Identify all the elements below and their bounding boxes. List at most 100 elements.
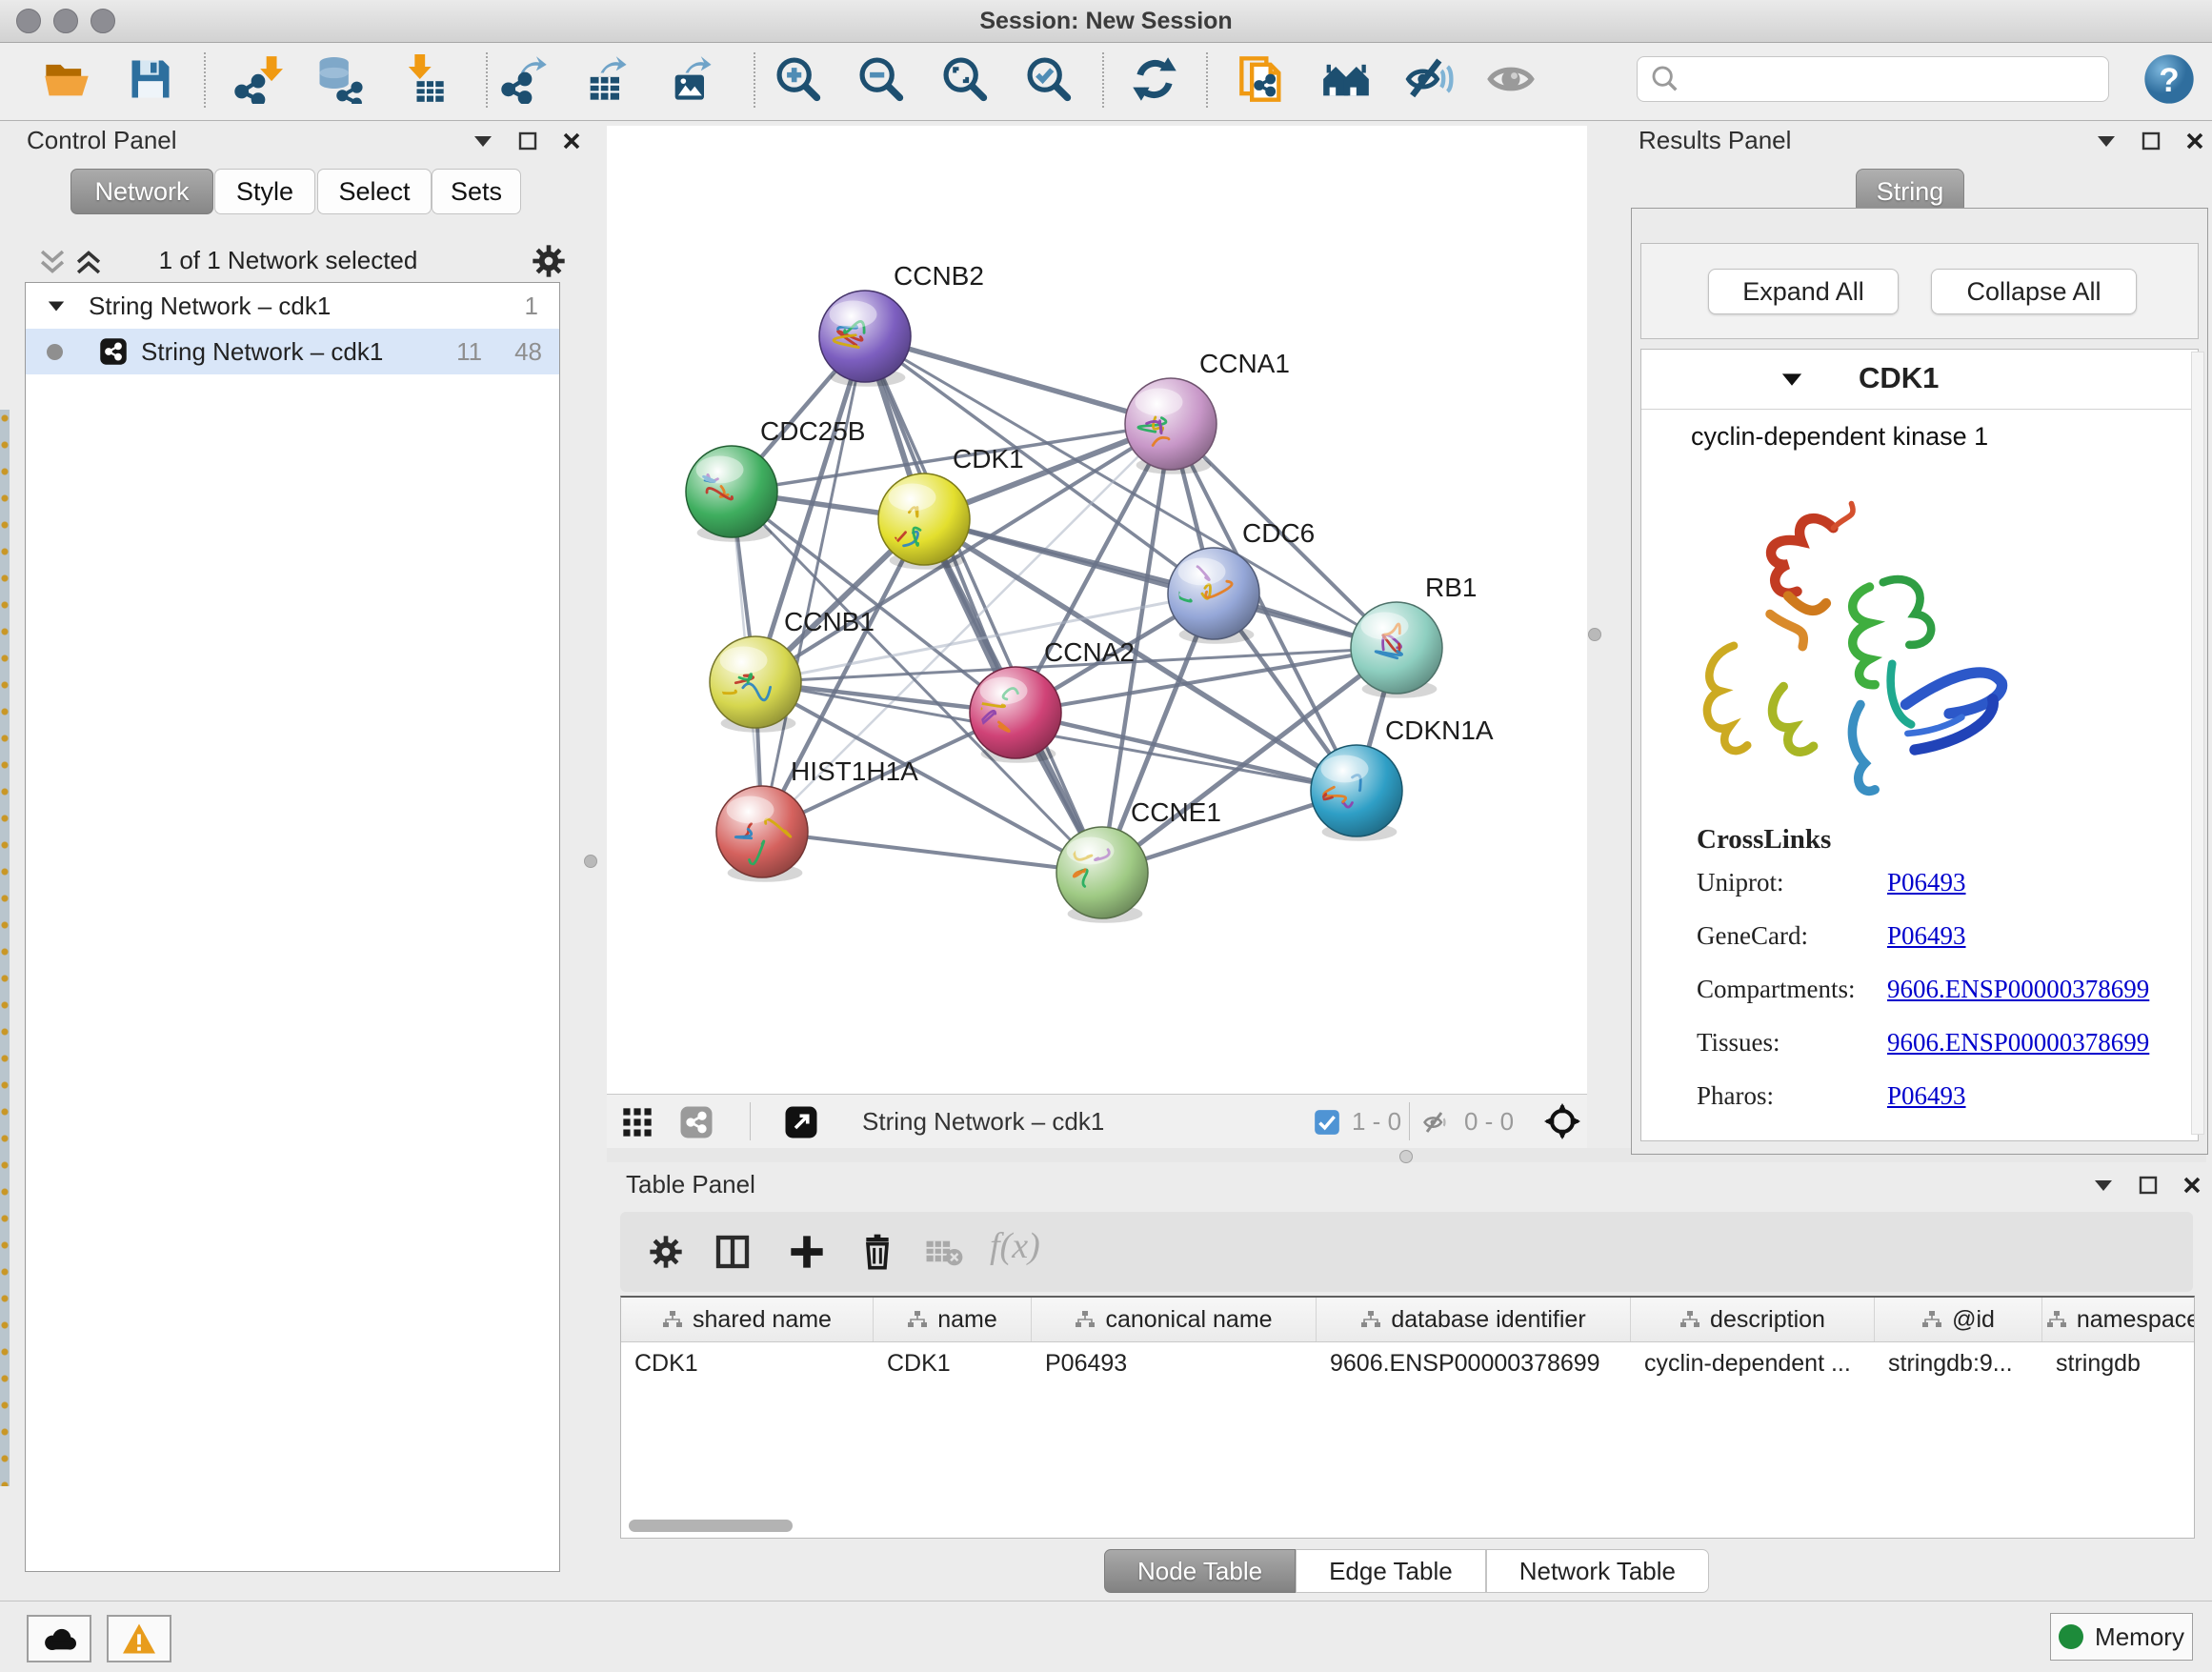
import-network-database-button[interactable] (308, 49, 369, 110)
export-image-button[interactable] (661, 49, 722, 110)
zoom-fit-button[interactable] (935, 49, 995, 110)
tab-style[interactable]: Style (214, 169, 315, 214)
table-settings-gear-icon[interactable] (647, 1233, 685, 1271)
eye-slash-icon (1404, 54, 1454, 104)
zoom-selected-button[interactable] (1018, 49, 1079, 110)
search-input[interactable] (1681, 59, 2108, 99)
column-header-database-identifier[interactable]: database identifier (1317, 1298, 1631, 1341)
crosslink-label: GeneCard: (1697, 921, 1887, 951)
node-label-CCNB1: CCNB1 (784, 607, 875, 636)
birds-eye-view-icon[interactable] (1544, 1103, 1580, 1139)
grid-view-icon[interactable] (622, 1107, 653, 1138)
expand-all-button[interactable]: Expand All (1708, 269, 1899, 314)
network-collection-label: String Network – cdk1 (89, 292, 331, 321)
collapse-section-icon[interactable] (1780, 371, 1804, 388)
warnings-button[interactable] (107, 1615, 171, 1662)
save-session-button[interactable] (120, 49, 181, 110)
panel-menu-icon[interactable] (2096, 133, 2117, 149)
close-panel-icon[interactable] (562, 131, 581, 151)
network-canvas[interactable]: CCNB2CCNA1CDC25BCDK1CDC6RB1CCNB1CCNA2CDK… (607, 126, 1587, 1094)
string-view-icon[interactable] (679, 1105, 714, 1139)
crosslink-link[interactable]: P06493 (1887, 921, 1966, 951)
first-neighbors-button[interactable] (1316, 49, 1377, 110)
panel-menu-icon[interactable] (473, 133, 493, 149)
cell-canonical-name[interactable]: P06493 (1032, 1342, 1317, 1384)
hidden-counts: 0 - 0 (1464, 1095, 1514, 1148)
open-session-icon (42, 54, 91, 104)
zoom-in-button[interactable] (768, 49, 829, 110)
results-panel: Results Panel String Expand All Collapse… (1619, 122, 2206, 1160)
refresh-button[interactable] (1124, 49, 1185, 110)
close-panel-icon[interactable] (2185, 131, 2204, 151)
protein-header[interactable]: CDK1 (1641, 350, 2198, 410)
cell-namespace[interactable]: stringdb (2042, 1342, 2195, 1384)
crosslink-link[interactable]: 9606.ENSP00000378699 (1887, 975, 2149, 1004)
crosslink-link[interactable]: P06493 (1887, 868, 1966, 897)
tab-sets[interactable]: Sets (432, 169, 521, 214)
hide-selected-button[interactable] (1398, 49, 1459, 110)
add-column-icon[interactable] (788, 1233, 826, 1271)
column-header-description[interactable]: description (1631, 1298, 1875, 1341)
cell-@id[interactable]: stringdb:9... (1875, 1342, 2042, 1384)
cell-shared-name[interactable]: CDK1 (621, 1342, 874, 1384)
panel-menu-icon[interactable] (2093, 1178, 2114, 1193)
float-panel-icon[interactable] (2139, 1176, 2158, 1195)
column-header-name[interactable]: name (874, 1298, 1032, 1341)
network-graph[interactable]: CCNB2CCNA1CDC25BCDK1CDC6RB1CCNB1CCNA2CDK… (607, 126, 1587, 1094)
warning-icon (121, 1622, 157, 1655)
float-panel-icon[interactable] (2142, 131, 2161, 151)
left-splitter-handle[interactable] (584, 855, 597, 868)
delete-column-trash-icon[interactable] (858, 1233, 896, 1271)
edge-CCNB2-CCNA1 (865, 336, 1171, 424)
zoom-in-icon (774, 54, 823, 104)
collapse-all-button[interactable]: Collapse All (1931, 269, 2137, 314)
open-session-button[interactable] (36, 49, 97, 110)
open-in-window-icon[interactable] (784, 1105, 818, 1139)
close-panel-icon[interactable] (2182, 1176, 2202, 1195)
cell-name[interactable]: CDK1 (874, 1342, 1032, 1384)
tab-edge-table[interactable]: Edge Table (1296, 1549, 1486, 1593)
results-scrollbar[interactable] (2191, 352, 2204, 1135)
table-horizontal-scrollbar[interactable] (629, 1520, 793, 1532)
crosslink-link[interactable]: P06493 (1887, 1081, 1966, 1111)
export-network-button[interactable] (494, 49, 555, 110)
right-splitter-handle[interactable] (1588, 628, 1601, 641)
network-options-gear-icon[interactable] (530, 242, 568, 280)
cell-description[interactable]: cyclin-dependent ... (1631, 1342, 1875, 1384)
network-collection-row[interactable]: String Network – cdk1 1 (26, 283, 559, 329)
node-label-CCNB2: CCNB2 (894, 261, 984, 291)
column-header-namespace[interactable]: namespace (2042, 1298, 2195, 1341)
export-table-button[interactable] (576, 49, 637, 110)
cloud-button[interactable] (27, 1615, 91, 1662)
tab-network[interactable]: Network (70, 169, 213, 214)
table-row[interactable]: CDK1CDK1P064939606.ENSP00000378699cyclin… (621, 1342, 2194, 1384)
column-header-canonical-name[interactable]: canonical name (1032, 1298, 1317, 1341)
function-builder-icon-disabled: f(x) (990, 1225, 1040, 1267)
column-header-@id[interactable]: @id (1875, 1298, 2042, 1341)
column-type-icon (1679, 1310, 1700, 1329)
network-tree: String Network – cdk1 1 String Network –… (25, 282, 560, 1572)
import-table-button[interactable] (392, 49, 453, 110)
tab-node-table[interactable]: Node Table (1104, 1549, 1296, 1593)
selected-checkbox-icon[interactable] (1314, 1109, 1340, 1136)
crosslink-row: Compartments:9606.ENSP00000378699 (1697, 962, 2154, 1016)
show-columns-icon[interactable] (714, 1233, 752, 1271)
help-button[interactable]: ? (2139, 49, 2200, 110)
cell-database-identifier[interactable]: 9606.ENSP00000378699 (1317, 1342, 1631, 1384)
tab-network-table[interactable]: Network Table (1486, 1549, 1709, 1593)
network-row-selected[interactable]: String Network – cdk1 11 48 (26, 329, 559, 374)
splitter-handle[interactable] (1399, 1150, 1413, 1163)
float-panel-icon[interactable] (518, 131, 537, 151)
column-header-shared-name[interactable]: shared name (621, 1298, 874, 1341)
eye-icon (1486, 54, 1536, 104)
tree-expand-icon[interactable] (47, 298, 66, 313)
memory-button[interactable]: Memory (2050, 1613, 2193, 1661)
zoom-out-button[interactable] (851, 49, 912, 110)
crosslink-link[interactable]: 9606.ENSP00000378699 (1887, 1028, 2149, 1058)
memory-label: Memory (2095, 1622, 2184, 1652)
show-all-button[interactable] (1480, 49, 1541, 110)
clone-network-button[interactable] (1232, 49, 1293, 110)
tab-select[interactable]: Select (317, 169, 432, 214)
protein-structure-image (1679, 473, 2041, 845)
import-network-button[interactable] (228, 49, 289, 110)
